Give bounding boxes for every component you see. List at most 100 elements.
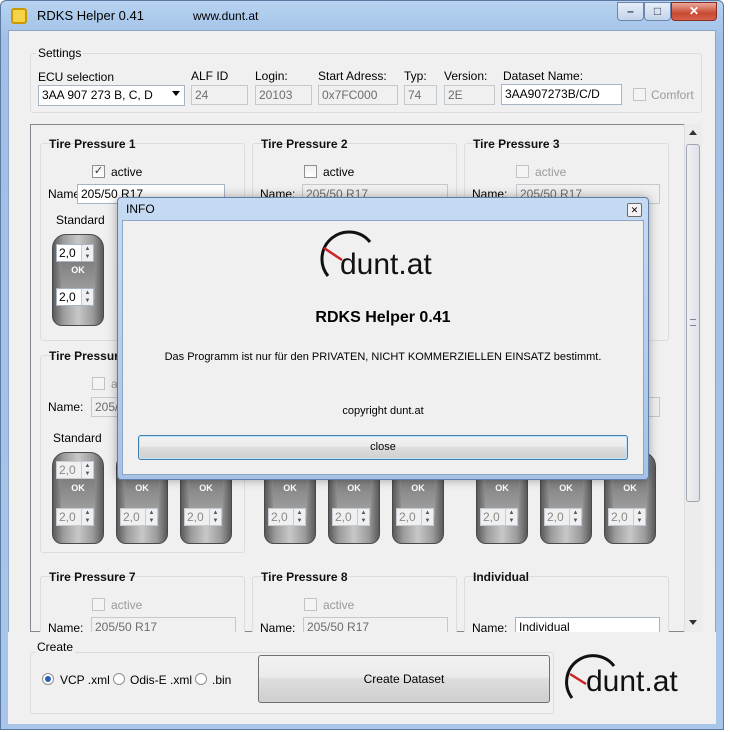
tire-pressure-3-active-label: active: [535, 165, 567, 179]
minimize-button[interactable]: –: [617, 2, 644, 21]
tire-pressure-4-standard-label: Standard: [53, 431, 102, 445]
bin-radio[interactable]: [195, 673, 207, 685]
spinner-arrows-icon[interactable]: ▲ ▼: [569, 509, 581, 525]
version-label: Version:: [444, 69, 488, 83]
tire-pressure-7-active-label: active: [111, 598, 143, 612]
login-label: Login:: [255, 69, 288, 83]
tire-pressure-8-title: Tire Pressure 8: [261, 570, 348, 584]
spinner-arrows-icon[interactable]: ▲ ▼: [357, 509, 369, 525]
spinner-value: 2,0: [335, 510, 352, 524]
spinner-arrows-icon[interactable]: ▲ ▼: [209, 509, 221, 525]
scroll-up-icon[interactable]: [689, 130, 697, 135]
tire-pressure-7-name-field[interactable]: 205/50 R17: [91, 617, 236, 633]
tire-pressure-8-name-field[interactable]: 205/50 R17: [303, 617, 448, 633]
tire-pressure-2-active-checkbox[interactable]: [304, 165, 317, 178]
tire-pressure-4-name-label: Name:: [48, 400, 84, 414]
spinner-arrows-icon[interactable]: ▲ ▼: [81, 462, 93, 478]
info-dialog-title: INFO: [126, 202, 155, 216]
standard-rear-spinner[interactable]: 2,0 ▲ ▼: [56, 508, 94, 526]
dataset-name-field[interactable]: 3AA907273B/C/D: [501, 84, 622, 105]
tp6-spinner-1[interactable]: 2,0 ▲ ▼: [480, 508, 518, 526]
spinner-arrows-icon[interactable]: ▲ ▼: [633, 509, 645, 525]
spinner-value: 2,0: [59, 510, 76, 524]
scrollbar-thumb[interactable]: [686, 144, 700, 502]
dialog-dunt-logo: dunt.at: [320, 230, 432, 281]
tire-pressure-4-active-checkbox[interactable]: [92, 377, 105, 390]
login-field[interactable]: 20103: [255, 85, 312, 105]
chevron-down-icon: [172, 91, 180, 96]
spinner-value: 2,0: [547, 510, 564, 524]
alf-id-label: ALF ID: [191, 69, 229, 83]
tp5-spinner-1[interactable]: 2,0 ▲ ▼: [268, 508, 306, 526]
dialog-heading: RDKS Helper 0.41: [315, 309, 451, 326]
ok-label: OK: [71, 483, 85, 493]
app-icon: [11, 8, 27, 24]
spinner-value: 2,0: [271, 510, 288, 524]
spinner-value: 2,0: [123, 510, 140, 524]
tp6-spinner-3[interactable]: 2,0 ▲ ▼: [608, 508, 646, 526]
dialog-close-button[interactable]: close: [138, 435, 628, 460]
tp5-spinner-3[interactable]: 2,0 ▲ ▼: [396, 508, 434, 526]
info-dialog-close-icon[interactable]: ✕: [627, 203, 642, 217]
spinner-arrows-icon[interactable]: ▲ ▼: [81, 245, 93, 261]
tp6-spinner-2[interactable]: 2,0 ▲ ▼: [544, 508, 582, 526]
spinner-value: 2,0: [59, 290, 76, 304]
ok-label: OK: [199, 483, 213, 493]
tp5-spinner-2[interactable]: 2,0 ▲ ▼: [332, 508, 370, 526]
spinner-arrows-icon[interactable]: ▲ ▼: [145, 509, 157, 525]
typ-field[interactable]: 74: [404, 85, 437, 105]
create-group-label: Create: [35, 640, 76, 654]
ok-label: OK: [495, 483, 509, 493]
spinner-arrows-icon[interactable]: ▲ ▼: [421, 509, 433, 525]
window-title: RDKS Helper 0.41: [37, 8, 144, 23]
tire-pressure-4-title: Tire Pressure: [49, 349, 126, 363]
version-field[interactable]: 2E: [444, 85, 495, 105]
spinner-arrows-icon[interactable]: ▲ ▼: [505, 509, 517, 525]
comfort-rear-spinner[interactable]: 2,0 ▲ ▼: [120, 508, 158, 526]
alf-id-field[interactable]: 24: [191, 85, 248, 105]
start-address-field[interactable]: 0x7FC000: [318, 85, 398, 105]
vcp-radio[interactable]: [42, 673, 54, 685]
ok-label: OK: [623, 483, 637, 493]
scroll-down-icon[interactable]: [689, 620, 697, 625]
spinner-value: 2,0: [399, 510, 416, 524]
tire-pressure-3-active-checkbox[interactable]: [516, 165, 529, 178]
grip-icon: [690, 319, 696, 326]
standard-front-spinner[interactable]: 2,0 ▲ ▼: [56, 461, 94, 479]
tire-pressure-1-active-checkbox[interactable]: ✓: [92, 165, 105, 178]
spinner-arrows-icon[interactable]: ▲ ▼: [81, 509, 93, 525]
ok-label: OK: [283, 483, 297, 493]
dataset-name-label: Dataset Name:: [503, 69, 584, 83]
title-bar[interactable]: RDKS Helper 0.41 www.dunt.at – □ ✕: [1, 1, 725, 29]
spinner-arrows-icon[interactable]: ▲ ▼: [293, 509, 305, 525]
tire-pressure-7-active-checkbox[interactable]: [92, 598, 105, 611]
tire-pressure-2-active-label: active: [323, 165, 355, 179]
spinner-value: 2,0: [59, 463, 76, 477]
tire-pressure-1-rear-spinner[interactable]: 2,0 ▲ ▼: [56, 288, 94, 306]
comfort-label: Comfort: [651, 88, 694, 102]
settings-group-label: Settings: [36, 46, 84, 60]
odis-radio[interactable]: [113, 673, 125, 685]
close-window-button[interactable]: ✕: [671, 2, 717, 21]
comfort-checkbox[interactable]: [633, 88, 646, 101]
spinner-value: 2,0: [187, 510, 204, 524]
spinner-arrows-icon[interactable]: ▲ ▼: [81, 289, 93, 305]
tire-pressure-1-standard-label: Standard: [56, 213, 105, 227]
tire-pressure-2-title: Tire Pressure 2: [261, 137, 348, 151]
tire-pressure-8-active-checkbox[interactable]: [304, 598, 317, 611]
individual-title: Individual: [473, 570, 530, 584]
maximize-button[interactable]: □: [644, 2, 671, 21]
eco-rear-spinner[interactable]: 2,0 ▲ ▼: [184, 508, 222, 526]
create-dataset-button[interactable]: Create Dataset: [258, 655, 550, 703]
ecu-selection-label: ECU selection: [38, 70, 115, 84]
ok-label: OK: [411, 483, 425, 493]
dialog-copyright: copyright dunt.at: [342, 405, 424, 417]
ecu-selection-dropdown[interactable]: 3AA 907 273 B, C, D: [38, 85, 185, 106]
tire-pressure-1-front-spinner[interactable]: 2,0 ▲ ▼: [56, 244, 94, 262]
individual-name-field[interactable]: Individual: [515, 617, 660, 633]
tire-pressure-1-active-label: active: [111, 165, 143, 179]
dialog-message: Das Programm ist nur für den PRIVATEN, N…: [164, 351, 602, 363]
tire-pressure-4-name-field[interactable]: 205/5: [91, 397, 119, 417]
bin-radio-label: .bin: [212, 673, 232, 687]
tire-pressure-8-active-label: active: [323, 598, 355, 612]
